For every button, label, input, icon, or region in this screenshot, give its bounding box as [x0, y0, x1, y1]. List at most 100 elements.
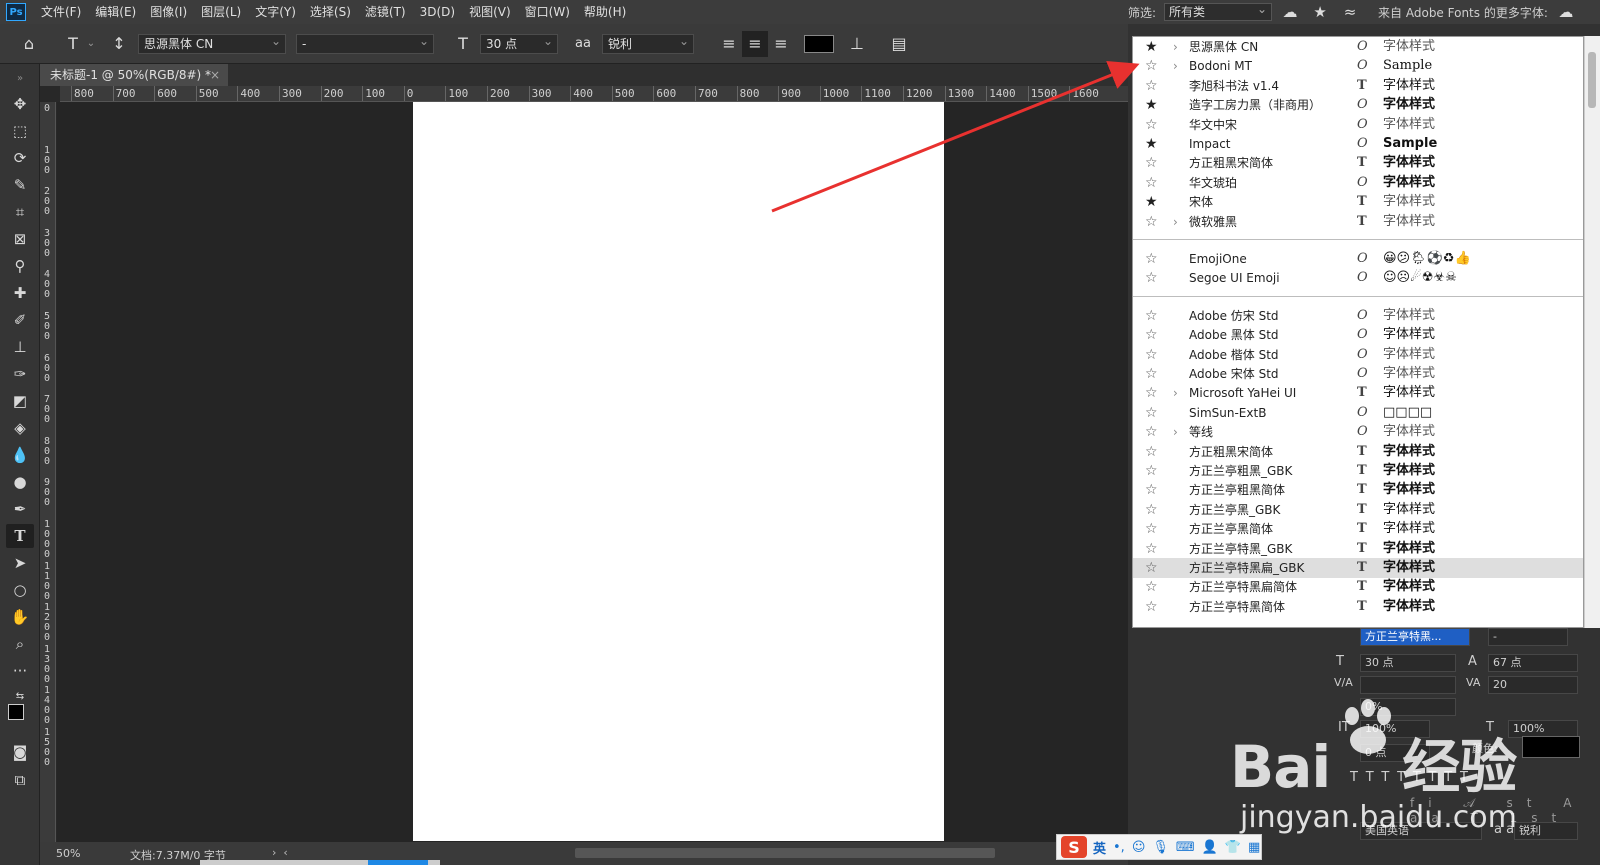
- font-list-item[interactable]: ☆ › Bodoni MT O Sample: [1133, 56, 1583, 76]
- document-tab[interactable]: 未标题-1 @ 50%(RGB/8#) * ×: [40, 64, 228, 86]
- ellipse-tool-icon[interactable]: ○: [6, 578, 34, 602]
- favorite-star-empty-icon[interactable]: ☆: [1145, 520, 1158, 538]
- expand-chevron-icon[interactable]: ›: [1173, 213, 1178, 231]
- favorite-star-empty-icon[interactable]: ☆: [1145, 154, 1158, 172]
- favorite-star-empty-icon[interactable]: ☆: [1145, 307, 1158, 325]
- font-list-item[interactable]: ☆ 方正兰亭特黑简体 T 字体样式: [1133, 597, 1583, 617]
- foreground-color-swatch[interactable]: [8, 704, 24, 720]
- favorite-star-empty-icon[interactable]: ☆: [1145, 269, 1158, 287]
- ime-user-icon[interactable]: 👤: [1202, 840, 1218, 855]
- expand-chevron-icon[interactable]: ›: [1173, 423, 1178, 441]
- font-list-item[interactable]: ☆ 方正兰亭特黑扁_GBK T 字体样式: [1133, 558, 1583, 578]
- path-selection-tool-icon[interactable]: ➤: [6, 551, 34, 575]
- history-brush-tool-icon[interactable]: ✑: [6, 362, 34, 386]
- favorite-star-empty-icon[interactable]: ☆: [1145, 326, 1158, 344]
- healing-brush-tool-icon[interactable]: ✚: [6, 281, 34, 305]
- favorite-star-empty-icon[interactable]: ☆: [1145, 250, 1158, 268]
- font-list-item[interactable]: ☆ › 等线 O 字体样式: [1133, 422, 1583, 442]
- eraser-tool-icon[interactable]: ◩: [6, 389, 34, 413]
- similar-fonts-icon[interactable]: ≈: [1338, 2, 1362, 22]
- blur-tool-icon[interactable]: 💧: [6, 443, 34, 467]
- type-tool-preset-icon[interactable]: T: [60, 31, 86, 57]
- align-left-icon[interactable]: ≡: [716, 31, 742, 57]
- ime-emoji-icon[interactable]: ☺: [1132, 840, 1146, 855]
- ime-skin-icon[interactable]: 👕: [1225, 840, 1241, 855]
- font-list-item[interactable]: ★ › 思源黑体 CN O 字体样式: [1133, 37, 1583, 57]
- font-list-scrollbar[interactable]: [1584, 36, 1600, 628]
- menu-view[interactable]: 视图(V): [462, 0, 518, 24]
- favorite-star-empty-icon[interactable]: ☆: [1145, 578, 1158, 596]
- font-list-item[interactable]: ☆ 华文琥珀 O 字体样式: [1133, 173, 1583, 193]
- align-right-icon[interactable]: ≡: [768, 31, 794, 57]
- favorite-star-empty-icon[interactable]: ☆: [1145, 384, 1158, 402]
- favorite-star-empty-icon[interactable]: ☆: [1145, 481, 1158, 499]
- char-font-style[interactable]: -: [1488, 628, 1568, 646]
- font-family-select[interactable]: 思源黑体 CN: [138, 32, 286, 54]
- font-size-select[interactable]: 30 点: [480, 32, 558, 54]
- font-list-item[interactable]: ☆ EmojiOne O 😀😕🌦⚽♻👍: [1133, 249, 1583, 269]
- warp-text-icon[interactable]: ⊥: [844, 31, 870, 57]
- type-tool-icon[interactable]: T: [6, 524, 34, 548]
- font-list-item[interactable]: ☆ 方正兰亭黑简体 T 字体样式: [1133, 519, 1583, 539]
- chevron-down-icon[interactable]: ⌄: [86, 31, 96, 57]
- lasso-tool-icon[interactable]: ⟳: [6, 146, 34, 170]
- favorite-star-empty-icon[interactable]: ☆: [1145, 423, 1158, 441]
- font-list-item[interactable]: ☆ Adobe 宋体 Std O 字体样式: [1133, 364, 1583, 384]
- ime-toolbox-icon[interactable]: ▦: [1248, 840, 1260, 855]
- toggle-text-orientation-icon[interactable]: ↕: [106, 31, 132, 57]
- favorite-star-empty-icon[interactable]: ☆: [1145, 598, 1158, 616]
- home-icon[interactable]: ⌂: [16, 31, 42, 57]
- menu-select[interactable]: 选择(S): [303, 0, 358, 24]
- font-list-item[interactable]: ☆ › 微软雅黑 T 字体样式: [1133, 212, 1583, 232]
- font-list-item[interactable]: ☆ 方正兰亭特黑_GBK T 字体样式: [1133, 539, 1583, 559]
- align-center-icon[interactable]: ≡: [742, 30, 768, 57]
- crop-tool-icon[interactable]: ⌗: [6, 200, 34, 224]
- font-list-item[interactable]: ☆ 方正粗黑宋简体 T 字体样式: [1133, 153, 1583, 173]
- favorite-star-empty-icon[interactable]: ☆: [1145, 174, 1158, 192]
- font-list-item[interactable]: ☆ 方正兰亭特黑扁简体 T 字体样式: [1133, 577, 1583, 597]
- document-canvas[interactable]: [413, 102, 944, 841]
- brush-tool-icon[interactable]: ✐: [6, 308, 34, 332]
- favorite-filter-star-icon[interactable]: ★: [1308, 2, 1332, 22]
- favorite-star-empty-icon[interactable]: ☆: [1145, 77, 1158, 95]
- char-font-size[interactable]: 30 点: [1360, 654, 1456, 672]
- quick-selection-tool-icon[interactable]: ✎: [6, 173, 34, 197]
- filter-select[interactable]: 所有类: [1164, 1, 1273, 21]
- menu-filter[interactable]: 滤镜(T): [358, 0, 413, 24]
- font-list-item[interactable]: ★ 造字工房力黑（非商用） O 字体样式: [1133, 95, 1583, 115]
- move-tool-icon[interactable]: ✥: [6, 92, 34, 116]
- font-list-item[interactable]: ★ Impact O Sample: [1133, 134, 1583, 154]
- zoom-level[interactable]: 50%: [56, 847, 80, 860]
- text-color-swatch[interactable]: [804, 34, 834, 53]
- cloud-filter-icon[interactable]: ☁: [1278, 2, 1302, 22]
- favorite-star-empty-icon[interactable]: ☆: [1145, 346, 1158, 364]
- menu-window[interactable]: 窗口(W): [518, 0, 577, 24]
- favorite-star-empty-icon[interactable]: ☆: [1145, 57, 1158, 75]
- favorite-star-empty-icon[interactable]: ☆: [1145, 559, 1158, 577]
- menu-type[interactable]: 文字(Y): [248, 0, 303, 24]
- font-list-item[interactable]: ☆ Adobe 楷体 Std O 字体样式: [1133, 345, 1583, 365]
- char-kerning[interactable]: [1360, 676, 1456, 694]
- font-list-item[interactable]: ☆ 方正粗黑宋简体 T 字体样式: [1133, 442, 1583, 462]
- ime-voice-icon[interactable]: 🎙: [1152, 840, 1169, 855]
- menu-layer[interactable]: 图层(L): [194, 0, 248, 24]
- ime-language-toggle[interactable]: 英: [1093, 838, 1106, 857]
- paint-bucket-tool-icon[interactable]: ◈: [6, 416, 34, 440]
- menu-edit[interactable]: 编辑(E): [88, 0, 143, 24]
- pen-tool-icon[interactable]: ✒: [6, 497, 34, 521]
- eyedropper-tool-icon[interactable]: ⚲: [6, 254, 34, 278]
- font-list-item[interactable]: ☆ 李旭科书法 v1.4 T 字体样式: [1133, 76, 1583, 96]
- menu-help[interactable]: 帮助(H): [577, 0, 633, 24]
- favorite-star-empty-icon[interactable]: ☆: [1145, 365, 1158, 383]
- collapse-toolbar-icon[interactable]: »: [6, 66, 34, 90]
- expand-chevron-icon[interactable]: ›: [1173, 38, 1178, 56]
- char-tracking[interactable]: 20: [1488, 676, 1578, 694]
- menu-file[interactable]: 文件(F): [34, 0, 88, 24]
- favorite-star-filled-icon[interactable]: ★: [1145, 135, 1158, 153]
- favorite-star-empty-icon[interactable]: ☆: [1145, 404, 1158, 422]
- favorite-star-filled-icon[interactable]: ★: [1145, 96, 1158, 114]
- font-list-scroll-thumb[interactable]: [1588, 52, 1596, 108]
- ime-punctuation-icon[interactable]: •,: [1113, 840, 1125, 855]
- hand-tool-icon[interactable]: ✋: [6, 605, 34, 629]
- char-leading[interactable]: 67 点: [1488, 654, 1578, 672]
